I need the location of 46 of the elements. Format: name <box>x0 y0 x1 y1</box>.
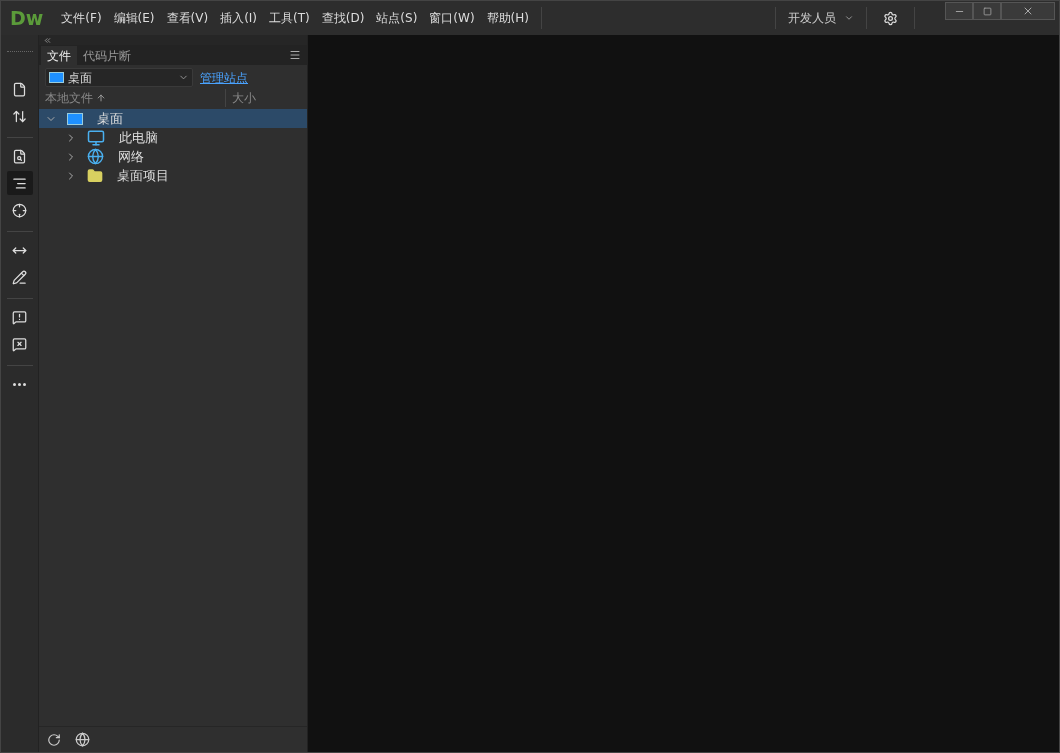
comment-cancel-icon <box>12 336 27 352</box>
menu-item[interactable]: 插入(I) <box>214 9 264 27</box>
menu-item[interactable]: 工具(T) <box>263 9 316 27</box>
crosshair-icon <box>12 202 27 218</box>
maximize-icon <box>982 6 992 16</box>
desktop-icon <box>67 112 83 125</box>
tree-item[interactable]: 桌面 <box>39 109 307 128</box>
sort-arrow-icon <box>96 93 106 103</box>
menu-item[interactable]: 查找(D) <box>315 9 371 27</box>
document-eye-icon <box>12 148 27 164</box>
manage-sites-link[interactable]: 管理站点 <box>200 68 248 87</box>
site-value: 桌面 <box>68 69 93 87</box>
up-down-arrows-icon <box>12 108 27 124</box>
lines-icon <box>12 175 27 191</box>
settings-icon[interactable] <box>883 10 898 26</box>
globe-icon[interactable] <box>75 732 90 747</box>
menu-item[interactable]: 站点(S) <box>370 9 424 27</box>
computer-icon <box>87 128 105 147</box>
more-icon <box>13 382 26 386</box>
menu-item[interactable]: 文件(F) <box>55 9 108 27</box>
caret-icon <box>844 13 854 23</box>
menu-item[interactable]: 编辑(E) <box>107 9 161 27</box>
close-icon <box>1022 5 1034 17</box>
tree-item[interactable]: 桌面项目 <box>39 166 307 185</box>
tree-item[interactable]: 网络 <box>39 147 307 166</box>
column-header[interactable]: 大小 <box>225 89 256 107</box>
tree-item[interactable]: 此电脑 <box>39 128 307 147</box>
folder-icon <box>87 167 103 184</box>
app-logo: Dw <box>10 5 44 31</box>
toolbar-button[interactable] <box>6 171 33 195</box>
collapse-icon[interactable] <box>43 35 52 45</box>
site-dropdown[interactable]: 桌面 <box>45 68 193 87</box>
menu-icon[interactable] <box>289 49 301 61</box>
workspace-dropdown[interactable]: 开发人员 <box>776 9 866 27</box>
menu-item[interactable]: 查看(V) <box>160 9 215 27</box>
comment-icon <box>12 309 27 325</box>
globe-icon <box>87 148 104 165</box>
menu-item[interactable]: 帮助(H) <box>480 9 535 27</box>
desktop-icon <box>49 72 64 83</box>
menu-item[interactable]: 窗口(W) <box>423 9 481 27</box>
refresh-icon[interactable] <box>47 732 61 747</box>
column-header[interactable]: 本地文件 <box>45 89 225 107</box>
file-icon <box>12 81 27 97</box>
panel-tab[interactable]: 文件 <box>41 46 77 65</box>
pencil-code-icon <box>12 269 27 285</box>
panel-tab[interactable]: 代码片断 <box>77 46 137 65</box>
